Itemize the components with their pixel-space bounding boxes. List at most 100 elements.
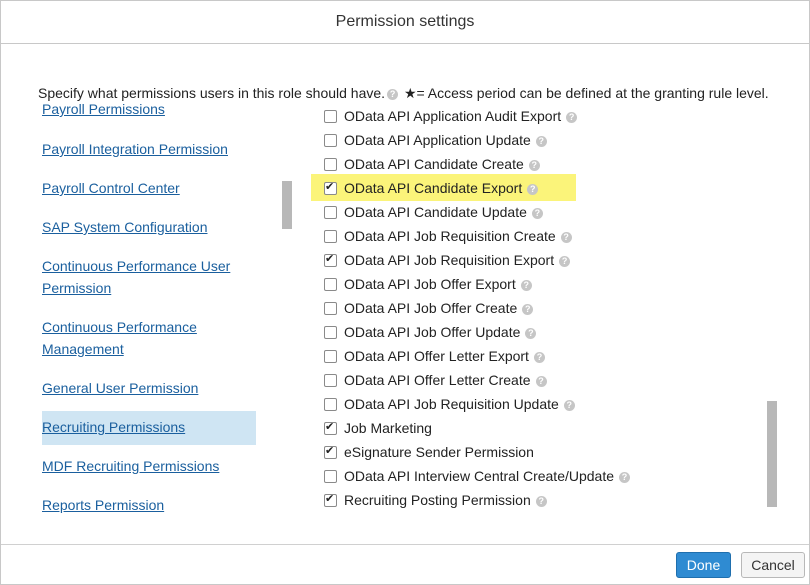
help-icon[interactable]: ? bbox=[387, 88, 399, 100]
permission-label-text: OData API Offer Letter Export bbox=[344, 348, 529, 364]
permission-checkbox[interactable] bbox=[324, 206, 337, 219]
permission-label: OData API Application Update? bbox=[344, 132, 549, 148]
permission-row: OData API Job Requisition Export? bbox=[311, 249, 771, 273]
nav-item[interactable]: Payroll Control Center bbox=[42, 177, 180, 199]
permission-label-text: OData API Application Update bbox=[344, 132, 531, 148]
nav-item[interactable]: Reports Permission bbox=[42, 494, 164, 516]
permission-checkbox[interactable] bbox=[324, 158, 337, 171]
permission-checkbox[interactable] bbox=[324, 470, 337, 483]
permission-label-text: Recruiting Posting Permission bbox=[344, 492, 531, 508]
help-icon[interactable]: ? bbox=[520, 279, 532, 291]
permission-label: OData API Interview Central Create/Updat… bbox=[344, 468, 632, 484]
dialog-description: Specify what permissions users in this r… bbox=[38, 85, 769, 102]
permission-checkbox[interactable] bbox=[324, 420, 337, 435]
nav-item-label-line2: Management bbox=[42, 341, 124, 357]
help-icon[interactable]: ? bbox=[528, 159, 540, 171]
permission-row: OData API Offer Letter Export? bbox=[311, 345, 771, 369]
cancel-button[interactable]: Cancel bbox=[741, 552, 805, 578]
help-icon[interactable]: ? bbox=[563, 399, 575, 411]
permission-checkbox[interactable] bbox=[324, 278, 337, 291]
permission-list-scrollbar[interactable] bbox=[767, 401, 777, 507]
permission-row: OData API Interview Central Create/Updat… bbox=[311, 465, 771, 489]
help-icon[interactable]: ? bbox=[566, 111, 578, 123]
help-icon[interactable]: ? bbox=[535, 375, 547, 387]
nav-item-label: Payroll Control Center bbox=[42, 180, 180, 196]
nav-item[interactable]: Payroll Integration Permission bbox=[42, 138, 228, 160]
permission-label: OData API Application Audit Export? bbox=[344, 108, 579, 124]
permission-label: OData API Candidate Update? bbox=[344, 204, 545, 220]
nav-item-label: Continuous Performance User bbox=[42, 258, 231, 274]
permission-label-text: OData API Job Offer Export bbox=[344, 276, 516, 292]
help-icon[interactable]: ? bbox=[560, 231, 572, 243]
permission-row: OData API Job Requisition Create? bbox=[311, 225, 771, 249]
permission-checkbox[interactable] bbox=[324, 252, 337, 267]
permission-label: OData API Job Offer Create? bbox=[344, 300, 535, 316]
permission-row: OData API Candidate Update? bbox=[311, 201, 771, 225]
permission-row: OData API Candidate Export? bbox=[311, 174, 771, 201]
permission-checkbox[interactable] bbox=[324, 134, 337, 147]
nav-item[interactable]: Recruiting Permissions bbox=[42, 416, 185, 438]
nav-item-label-line2: Permission bbox=[42, 280, 112, 296]
permission-row: Job Marketing bbox=[311, 417, 771, 441]
permission-row: OData API Job Offer Update? bbox=[311, 321, 771, 345]
permission-checkbox[interactable] bbox=[324, 350, 337, 363]
permission-label-text: OData API Candidate Update bbox=[344, 204, 527, 220]
nav-item[interactable]: Continuous Performance User Permission bbox=[42, 255, 230, 299]
permission-label: Recruiting Posting Permission? bbox=[344, 492, 549, 508]
permission-label-text: OData API Job Requisition Create bbox=[344, 228, 556, 244]
permission-label: OData API Candidate Create? bbox=[344, 156, 542, 172]
nav-item-label: General User Permission bbox=[42, 380, 199, 396]
help-icon[interactable]: ? bbox=[522, 303, 534, 315]
permission-settings-dialog: Permission settings Specify what permiss… bbox=[0, 0, 810, 585]
permission-checkbox[interactable] bbox=[324, 444, 337, 459]
permission-row: OData API Offer Letter Create? bbox=[311, 369, 771, 393]
done-button[interactable]: Done bbox=[676, 552, 731, 578]
permission-label-text: eSignature Sender Permission bbox=[344, 444, 534, 460]
nav-item[interactable]: SAP System Configuration bbox=[42, 216, 208, 238]
help-icon[interactable]: ? bbox=[535, 495, 547, 507]
nav-item-label: SAP System Configuration bbox=[42, 219, 208, 235]
permission-label-text: OData API Interview Central Create/Updat… bbox=[344, 468, 615, 484]
permission-row: OData API Job Requisition Update? bbox=[311, 393, 771, 417]
help-icon[interactable]: ? bbox=[533, 351, 545, 363]
permission-checkbox[interactable] bbox=[324, 398, 337, 411]
permission-label: OData API Offer Letter Export? bbox=[344, 348, 547, 364]
permission-label-text: OData API Candidate Create bbox=[344, 156, 524, 172]
permission-label-text: OData API Job Offer Update bbox=[344, 324, 521, 340]
permission-label: OData API Candidate Export? bbox=[344, 180, 540, 196]
nav-item-label: Payroll Permissions bbox=[42, 101, 165, 117]
permission-checkbox[interactable] bbox=[324, 230, 337, 243]
permission-label-text: OData API Application Audit Export bbox=[344, 108, 562, 124]
nav-item[interactable]: Payroll Permissions bbox=[42, 101, 165, 120]
help-icon[interactable]: ? bbox=[535, 135, 547, 147]
permission-row: eSignature Sender Permission bbox=[311, 441, 771, 465]
permission-checkbox[interactable] bbox=[324, 110, 337, 123]
permission-label: OData API Job Offer Export? bbox=[344, 276, 534, 292]
permission-checkbox[interactable] bbox=[324, 326, 337, 339]
permission-checkbox[interactable] bbox=[324, 492, 337, 507]
permission-label-text: OData API Job Offer Create bbox=[344, 300, 518, 316]
help-icon[interactable]: ? bbox=[619, 471, 631, 483]
help-icon[interactable]: ? bbox=[531, 207, 543, 219]
nav-item[interactable]: Continuous Performance Management bbox=[42, 316, 197, 360]
help-icon[interactable]: ? bbox=[559, 255, 571, 267]
permission-label-text: OData API Job Requisition Update bbox=[344, 396, 559, 412]
permission-list: OData API Application Audit Export? OData… bbox=[311, 105, 771, 521]
permission-checkbox[interactable] bbox=[324, 302, 337, 315]
permission-row: OData API Job Offer Export? bbox=[311, 273, 771, 297]
nav-scrollbar[interactable] bbox=[282, 181, 292, 229]
nav-item[interactable]: MDF Recruiting Permissions bbox=[42, 455, 219, 477]
help-icon[interactable]: ? bbox=[527, 183, 539, 195]
permission-row: Recruiting Posting Permission? bbox=[311, 489, 771, 513]
permission-row: OData API Application Update? bbox=[311, 129, 771, 153]
help-icon[interactable]: ? bbox=[525, 327, 537, 339]
permission-label: eSignature Sender Permission bbox=[344, 444, 534, 460]
permission-label: OData API Job Requisition Update? bbox=[344, 396, 577, 412]
permission-row: OData API Application Audit Export? bbox=[311, 105, 771, 129]
description-text: Specify what permissions users in this r… bbox=[38, 85, 386, 101]
star-note: ★= Access period can be defined at the g… bbox=[403, 85, 769, 101]
permission-checkbox[interactable] bbox=[324, 374, 337, 387]
permission-checkbox[interactable] bbox=[324, 180, 337, 195]
nav-item[interactable]: General User Permission bbox=[42, 377, 198, 399]
permission-label-text: OData API Job Requisition Export bbox=[344, 252, 555, 268]
